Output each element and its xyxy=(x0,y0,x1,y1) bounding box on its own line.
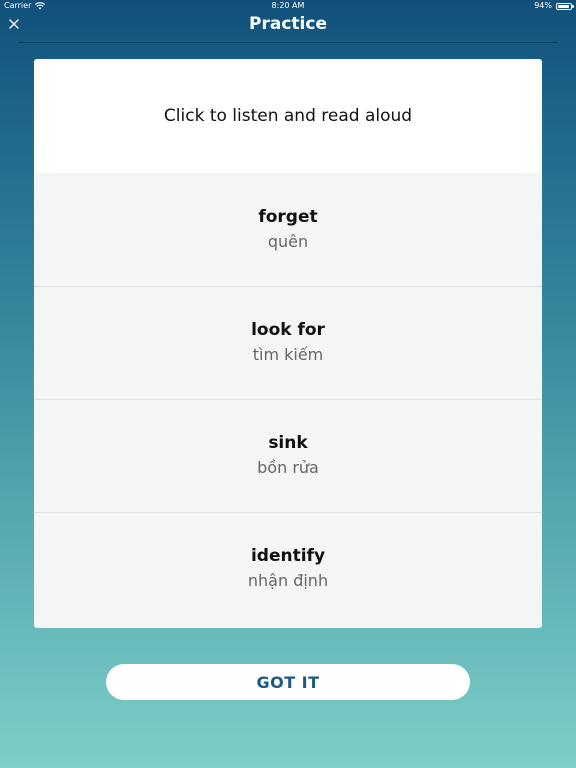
word-row-identify[interactable]: identify nhận định xyxy=(34,512,542,625)
word-term: forget xyxy=(258,206,318,227)
word-meaning: quên xyxy=(267,231,309,251)
page-title: Practice xyxy=(249,14,327,34)
word-row-forget[interactable]: forget quên xyxy=(34,173,542,286)
word-row-look-for[interactable]: look for tìm kiếm xyxy=(34,286,542,399)
battery-icon xyxy=(556,2,574,10)
word-term: identify xyxy=(250,546,326,566)
nav-divider xyxy=(18,42,558,43)
practice-card: Click to listen and read aloud forget qu… xyxy=(34,59,542,628)
status-bar: Carrier 8:20 AM 94% xyxy=(0,0,576,12)
word-term: sink xyxy=(268,433,308,453)
word-meaning: tìm kiếm xyxy=(252,345,324,364)
word-row-sink[interactable]: sink bồn rửa xyxy=(34,399,542,512)
word-meaning: nhận định xyxy=(247,571,329,590)
word-list: forget quên look for tìm kiếm sink bồn r… xyxy=(34,173,542,625)
got-it-button[interactable]: GOT IT xyxy=(106,664,470,700)
word-meaning: bồn rửa xyxy=(257,458,319,477)
battery-fill xyxy=(558,4,570,8)
instruction-header[interactable]: Click to listen and read aloud xyxy=(34,59,542,173)
instruction-text: Click to listen and read aloud xyxy=(163,106,413,126)
battery-percent: 94% xyxy=(534,1,552,10)
word-term: look for xyxy=(251,320,325,340)
status-time: 8:20 AM xyxy=(271,1,305,10)
nav-bar: Practice xyxy=(0,12,576,42)
status-right: 94% xyxy=(534,0,574,12)
